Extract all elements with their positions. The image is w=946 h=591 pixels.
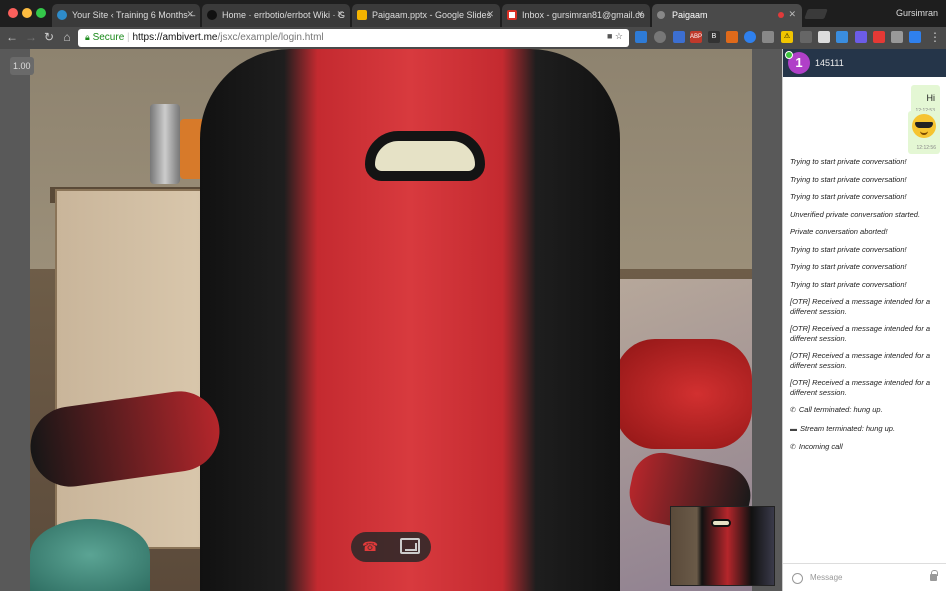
system-message: Trying to start private conversation! <box>790 174 907 184</box>
chat-panel: 1 145111 Hi 12:12:53 12:12:56 Trying to … <box>782 49 946 591</box>
close-tab-icon[interactable]: ✕ <box>336 9 344 20</box>
github-icon <box>207 10 217 20</box>
back-arrow-icon[interactable]: ← <box>5 30 19 44</box>
phone-hangup-icon[interactable]: ☎ <box>362 540 380 554</box>
adblock-icon[interactable]: ABP <box>690 31 702 43</box>
system-message: Trying to start private conversation! <box>790 262 907 271</box>
wordpress-icon <box>57 10 67 20</box>
system-message: [OTR] Received a message intended for a … <box>790 324 931 343</box>
extension-6-icon[interactable] <box>744 31 756 43</box>
forward-arrow-icon[interactable]: → <box>24 30 38 44</box>
maximize-window-button[interactable] <box>36 8 46 18</box>
system-message: [OTR] Received a message intended for a … <box>790 378 931 397</box>
fullscreen-icon[interactable] <box>400 538 420 554</box>
system-message: [OTR] Received a message intended for a … <box>790 351 931 370</box>
tab-your-site[interactable]: Your Site ‹ Training 6 Months – ✕ <box>52 4 200 27</box>
new-tab-button[interactable] <box>804 9 828 19</box>
extension-warning-icon[interactable]: ⚠ <box>781 31 793 43</box>
smiley-icon[interactable] <box>792 573 803 584</box>
system-message-call: ✆ Call terminated: hung up. <box>790 405 883 414</box>
lock-icon: 🔒︎ <box>85 32 90 42</box>
secure-label: Secure <box>92 32 125 43</box>
video-call-area: 1.00 ☎ <box>0 49 782 591</box>
system-message: Unverified private conversation started. <box>790 209 921 219</box>
close-tab-icon[interactable]: ✕ <box>186 9 194 20</box>
phone-icon: ✆ <box>790 444 796 451</box>
tab-errbot-wiki[interactable]: Home · errbotio/errbot Wiki · G ✕ <box>202 4 350 27</box>
system-message: Trying to start private conversation! <box>790 157 907 166</box>
extension-3-icon[interactable] <box>673 31 685 43</box>
system-message-stream: ▬ Stream terminated: hung up. <box>790 423 896 433</box>
url-host: https://ambivert.me <box>132 32 218 43</box>
screen-icon: ▬ <box>790 425 797 433</box>
slides-icon <box>357 10 367 20</box>
zoom-label: 1.00 <box>10 57 34 75</box>
contact-name: 145111 <box>815 58 844 68</box>
system-message: Private conversation aborted! <box>790 227 888 236</box>
menu-dots-icon[interactable]: ⋮ <box>928 30 942 44</box>
minimize-window-button[interactable] <box>22 8 32 18</box>
extension-14-icon[interactable] <box>909 31 921 43</box>
system-message: Trying to start private conversation! <box>790 279 907 289</box>
presence-online-icon <box>785 51 793 59</box>
message-time: 12:12:56 <box>916 145 936 151</box>
address-bar[interactable]: 🔒︎ Secure | https://ambivert.me/jsxc/exa… <box>78 29 629 47</box>
star-icon[interactable]: ☆ <box>615 31 623 41</box>
extension-7-icon[interactable] <box>762 31 774 43</box>
system-messages: Trying to start private conversation! Tr… <box>790 157 940 461</box>
phone-icon: ✆ <box>790 407 796 414</box>
extension-b-icon[interactable]: B <box>708 31 720 43</box>
sunglasses-emoji-icon <box>912 114 936 138</box>
otr-lock-icon[interactable] <box>930 570 938 581</box>
url-path: /jsxc/example/login.html <box>217 32 324 43</box>
profile-name[interactable]: Gursimran <box>896 8 938 18</box>
close-tab-icon[interactable]: ✕ <box>486 9 494 20</box>
extension-camera-icon[interactable] <box>800 31 812 43</box>
extension-mail-icon[interactable] <box>818 31 830 43</box>
message-input[interactable]: Message <box>810 573 842 582</box>
reload-icon[interactable]: ↻ <box>42 30 56 44</box>
home-icon[interactable]: ⌂ <box>60 30 74 44</box>
extension-1-icon[interactable] <box>635 31 647 43</box>
close-tab-icon[interactable]: ✕ <box>788 9 796 20</box>
gmail-icon <box>507 10 517 20</box>
tab-google-slides[interactable]: Paigaam.pptx - Google Slides ✕ <box>352 4 500 27</box>
close-tab-icon[interactable]: ✕ <box>636 9 644 20</box>
close-window-button[interactable] <box>8 8 18 18</box>
recording-indicator-icon <box>778 12 784 18</box>
extension-13-icon[interactable] <box>891 31 903 43</box>
extension-feather-icon[interactable] <box>855 31 867 43</box>
tab-gmail-inbox[interactable]: Inbox - gursimran81@gmail.co ✕ <box>502 4 650 27</box>
tab-paigaam[interactable]: Paigaam ✕ <box>652 4 802 27</box>
extension-youtube-icon[interactable] <box>873 31 885 43</box>
extension-5-icon[interactable] <box>726 31 738 43</box>
outgoing-message: 12:12:56 <box>908 111 940 154</box>
chat-header[interactable]: 1 145111 <box>783 49 946 77</box>
system-message: [OTR] Received a message intended for a … <box>790 297 931 316</box>
browser-window: Your Site ‹ Training 6 Months – ✕ Home ·… <box>0 0 946 591</box>
message-text: Hi <box>926 93 936 103</box>
call-controls: ☎ <box>351 532 431 562</box>
self-view-video[interactable] <box>670 506 775 586</box>
camera-icon[interactable]: ■ <box>607 31 612 41</box>
message-input-bar: Message <box>783 563 946 591</box>
system-message: Trying to start private conversation! <box>790 244 907 254</box>
tab-bar: Your Site ‹ Training 6 Months – ✕ Home ·… <box>0 0 946 27</box>
extension-2-icon[interactable] <box>654 31 666 43</box>
system-message-call: ✆ Incoming call <box>790 442 843 451</box>
browser-toolbar: ← → ↻ ⌂ 🔒︎ Secure | https://ambivert.me/… <box>0 27 946 49</box>
extension-10-icon[interactable] <box>836 31 848 43</box>
system-message: Trying to start private conversation! <box>790 192 907 201</box>
paigaam-icon <box>657 11 665 19</box>
